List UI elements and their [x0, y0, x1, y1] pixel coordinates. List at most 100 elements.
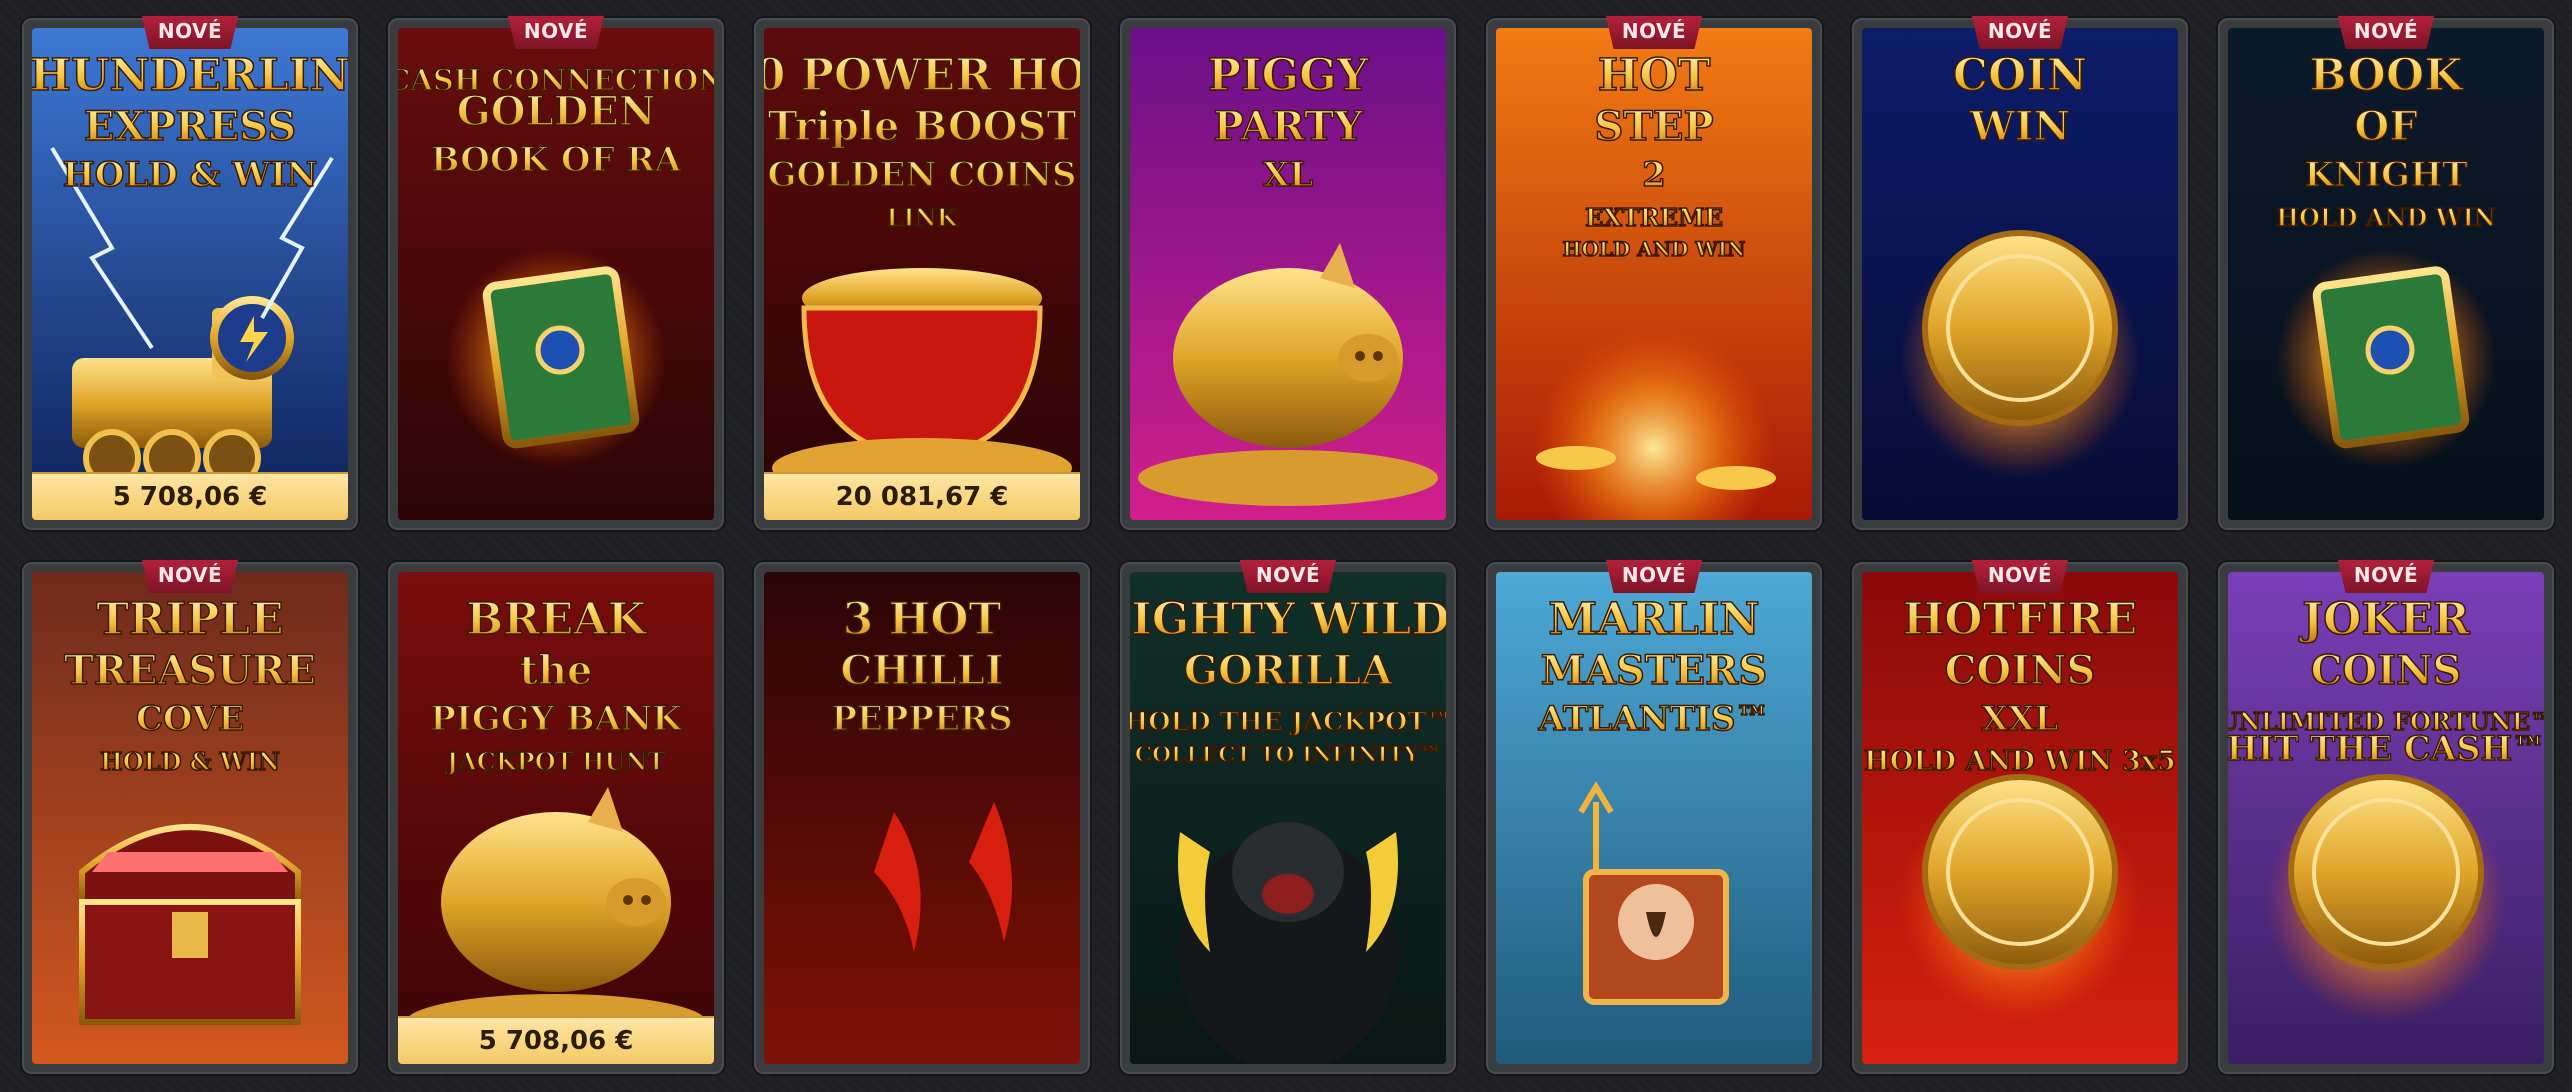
- game-thumbnail[interactable]: PIGGY PARTY XL: [1130, 28, 1446, 520]
- game-thumbnail[interactable]: 40 POWER HOTTriple BOOST GOLDEN COINS LINK: [764, 28, 1080, 520]
- game-title-line: HOLD THE JACKPOT™: [1130, 707, 1446, 737]
- game-title-line: EXPRESS: [84, 103, 296, 150]
- game-tile-3-hot-chilli-peppers[interactable]: 3 HOT CHILLI PEPPERS: [754, 562, 1090, 1074]
- game-title-line: COINS: [1945, 647, 2096, 694]
- new-badge: NOVÉ: [1605, 16, 1703, 49]
- game-tile-book-of-knight[interactable]: BOOK OF KNIGHT HOLD AND WIN NOVÉ: [2218, 16, 2554, 530]
- game-thumbnail[interactable]: TRIPLE TREASURE COVE HOLD & WIN: [32, 572, 348, 1064]
- game-artwork: TRIPLETREASURE COVE HOLD & WIN: [32, 572, 348, 1064]
- game-title-line: GOLDEN COINS: [767, 155, 1076, 195]
- game-thumbnail[interactable]: MIGHTY WILD™GORILLA HOLD THE JACKPOT™ COLL…: [1130, 572, 1446, 1064]
- game-title-line: HIT THE CASH™: [2228, 729, 2544, 768]
- game-title: MARLINMASTERS ATLANTIS™: [1537, 593, 1770, 740]
- book-icon: [446, 248, 666, 468]
- game-title-line: COIN: [1953, 50, 2087, 101]
- jackpot-amount: 20 081,67 €: [764, 472, 1080, 520]
- game-title-line: BOOK OF RA: [431, 140, 682, 180]
- game-thumbnail[interactable]: THUNDERLINEEXPRESS HOLD & WIN: [32, 28, 348, 520]
- game-tile-coin-win[interactable]: COIN WIN NOVÉ: [1852, 16, 2188, 530]
- game-artwork: BOOKOF KNIGHT HOLD AND WIN: [2228, 28, 2544, 520]
- game-title-line: GOLDEN: [457, 88, 656, 135]
- game-thumbnail[interactable]: BOOK OF KNIGHT HOLD AND WIN: [2228, 28, 2544, 520]
- new-badge: NOVÉ: [141, 560, 239, 593]
- game-title-line: PARTY: [1213, 103, 1363, 150]
- game-thumbnail[interactable]: HOT STEP 2 EXTREME HOLD AND WIN: [1496, 28, 1812, 520]
- new-badge: NOVÉ: [507, 16, 605, 49]
- game-title-line: MARLIN: [1548, 594, 1759, 645]
- game-tile-mighty-wild-gorilla[interactable]: MIGHTY WILD™GORILLA HOLD THE JACKPOT™ COLL…: [1120, 560, 1456, 1074]
- game-title-line: HOLD AND WIN: [2276, 203, 2495, 232]
- game-artwork: PIGGYPARTY XL: [1130, 28, 1446, 520]
- game-title-line: ATLANTIS™: [1538, 699, 1770, 739]
- game-tile-golden-book-of-ra[interactable]: CASH CONNECTION GOLDEN BOOK OF RA NOVÉ: [388, 16, 724, 530]
- game-artwork: CASH CONNECTIONGOLDENBOOK OF RA: [398, 28, 714, 520]
- game-thumbnail[interactable]: COIN WIN: [1862, 28, 2178, 520]
- game-title-line: BOOK: [2310, 50, 2465, 101]
- game-artwork: THUNDERLINEEXPRESS HOLD & WIN: [32, 28, 348, 520]
- game-tile-thunderline[interactable]: THUNDERLINEEXPRESS HOLD & WIN NOVÉ 5 708,06…: [22, 16, 358, 530]
- game-title-line: the: [519, 647, 592, 694]
- game-title-line: JOKER: [2298, 594, 2470, 645]
- game-artwork: JOKERCOINSUNLIMITED FORTUNE™HIT THE CASH…: [2228, 572, 2544, 1064]
- book-icon: [2276, 248, 2496, 468]
- game-tile-hotfire-coins[interactable]: HOTFIRE COINS XXL HOLD AND WIN 3x5 NOVÉ: [1852, 560, 2188, 1074]
- pot-icon: [772, 268, 1072, 498]
- game-title-line: HOLD & WIN: [63, 155, 318, 195]
- game-tile-piggy-party[interactable]: PIGGY PARTY XL: [1120, 18, 1456, 530]
- game-title-line: COINS: [2311, 647, 2462, 694]
- game-title-line: HOTFIRE: [1903, 594, 2138, 645]
- game-tile-atlantis[interactable]: MARLIN MASTERS ATLANTIS™ NOVÉ: [1486, 560, 1822, 1074]
- game-tile-joker-coins[interactable]: JOKER COINS UNLIMITED FORTUNE™ HIT THE CASH…: [2218, 560, 2554, 1074]
- game-tile-hot-step-2[interactable]: HOT STEP 2 EXTREME HOLD AND WIN NOVÉ: [1486, 16, 1822, 530]
- game-thumbnail[interactable]: 3 HOT CHILLI PEPPERS: [764, 572, 1080, 1064]
- game-artwork: MARLINMASTERS ATLANTIS™: [1496, 572, 1812, 1064]
- game-title-line: GORILLA: [1184, 647, 1393, 694]
- game-title-line: 3 HOT: [843, 594, 1002, 645]
- jackpot-amount: 5 708,06 €: [398, 1016, 714, 1064]
- game-title-line: PIGGY: [1208, 50, 1369, 101]
- game-title-line: MASTERS: [1541, 647, 1768, 694]
- new-badge: NOVÉ: [1239, 560, 1337, 593]
- game-thumbnail[interactable]: JOKER COINS UNLIMITED FORTUNE™ HIT THE CASH…: [2228, 572, 2544, 1064]
- game-tile-triple-treasure-cove[interactable]: TRIPLE TREASURE COVE HOLD & WIN NOVÉ: [22, 560, 358, 1074]
- game-title: TRIPLETREASURE COVE HOLD & WIN: [63, 593, 317, 777]
- game-artwork: 40 POWER HOTTriple BOOST GOLDEN COINS LINK: [764, 28, 1080, 520]
- game-artwork: HOTFIRECOINS XXL HOLD AND WIN 3x5: [1862, 572, 2178, 1064]
- game-title-line: JACKPOT HUNT: [445, 747, 666, 776]
- game-title-line: TREASURE: [64, 647, 316, 694]
- game-thumbnail[interactable]: HOTFIRE COINS XXL HOLD AND WIN 3x5: [1862, 572, 2178, 1064]
- new-badge: NOVÉ: [2337, 16, 2435, 49]
- game-title-line: HOT: [1598, 50, 1711, 101]
- game-thumbnail[interactable]: BREAK the PIGGY BANK JACKPOT HUNT: [398, 572, 714, 1064]
- game-artwork: BREAKthe PIGGY BANK JACKPOT HUNT: [398, 572, 714, 1064]
- game-title-line: MIGHTY WILD™: [1130, 594, 1446, 645]
- game-title-line: LINK: [887, 203, 959, 232]
- game-artwork: COINWIN: [1862, 28, 2178, 520]
- game-title-line: EXTREME: [1585, 203, 1723, 232]
- game-tile-power-hot[interactable]: 40 POWER HOTTriple BOOST GOLDEN COINS LINK…: [754, 18, 1090, 530]
- game-title-line: OF: [2354, 103, 2417, 150]
- game-title-line: KNIGHT: [2305, 155, 2468, 195]
- game-title-line: PIGGY BANK: [430, 699, 683, 739]
- game-title-line: STEP: [1594, 103, 1713, 150]
- new-badge: NOVÉ: [1605, 560, 1703, 593]
- game-title-line: HOLD AND WIN: [1563, 237, 1746, 261]
- game-artwork: HOTSTEP 2 EXTREME HOLD AND WIN: [1496, 28, 1812, 520]
- new-badge: NOVÉ: [2337, 560, 2435, 593]
- game-title-line: Triple BOOST: [768, 103, 1077, 150]
- game-artwork: 3 HOTCHILLI PEPPERS: [764, 572, 1080, 1064]
- game-title-line: COLLECT TO INFINITY™: [1135, 743, 1441, 768]
- game-title-line: BREAK: [466, 594, 647, 645]
- games-grid: THUNDERLINEEXPRESS HOLD & WIN NOVÉ 5 708,06…: [0, 0, 2572, 1092]
- new-badge: NOVÉ: [1971, 560, 2069, 593]
- game-artwork: MIGHTY WILD™GORILLA HOLD THE JACKPOT™ COLL…: [1130, 572, 1446, 1064]
- game-title-line: HOLD AND WIN 3x5: [1864, 745, 2176, 777]
- chest-icon: [79, 824, 301, 1025]
- game-title-line: TRIPLE: [96, 594, 283, 645]
- game-title-line: 40 POWER HOT: [764, 50, 1080, 101]
- new-badge: NOVÉ: [141, 16, 239, 49]
- game-title-line: 2: [1642, 155, 1666, 195]
- game-tile-break-the-piggy-bank[interactable]: BREAK the PIGGY BANK JACKPOT HUNT 5 708,06 €: [388, 562, 724, 1074]
- game-thumbnail[interactable]: MARLIN MASTERS ATLANTIS™: [1496, 572, 1812, 1064]
- game-thumbnail[interactable]: CASH CONNECTION GOLDEN BOOK OF RA: [398, 28, 714, 520]
